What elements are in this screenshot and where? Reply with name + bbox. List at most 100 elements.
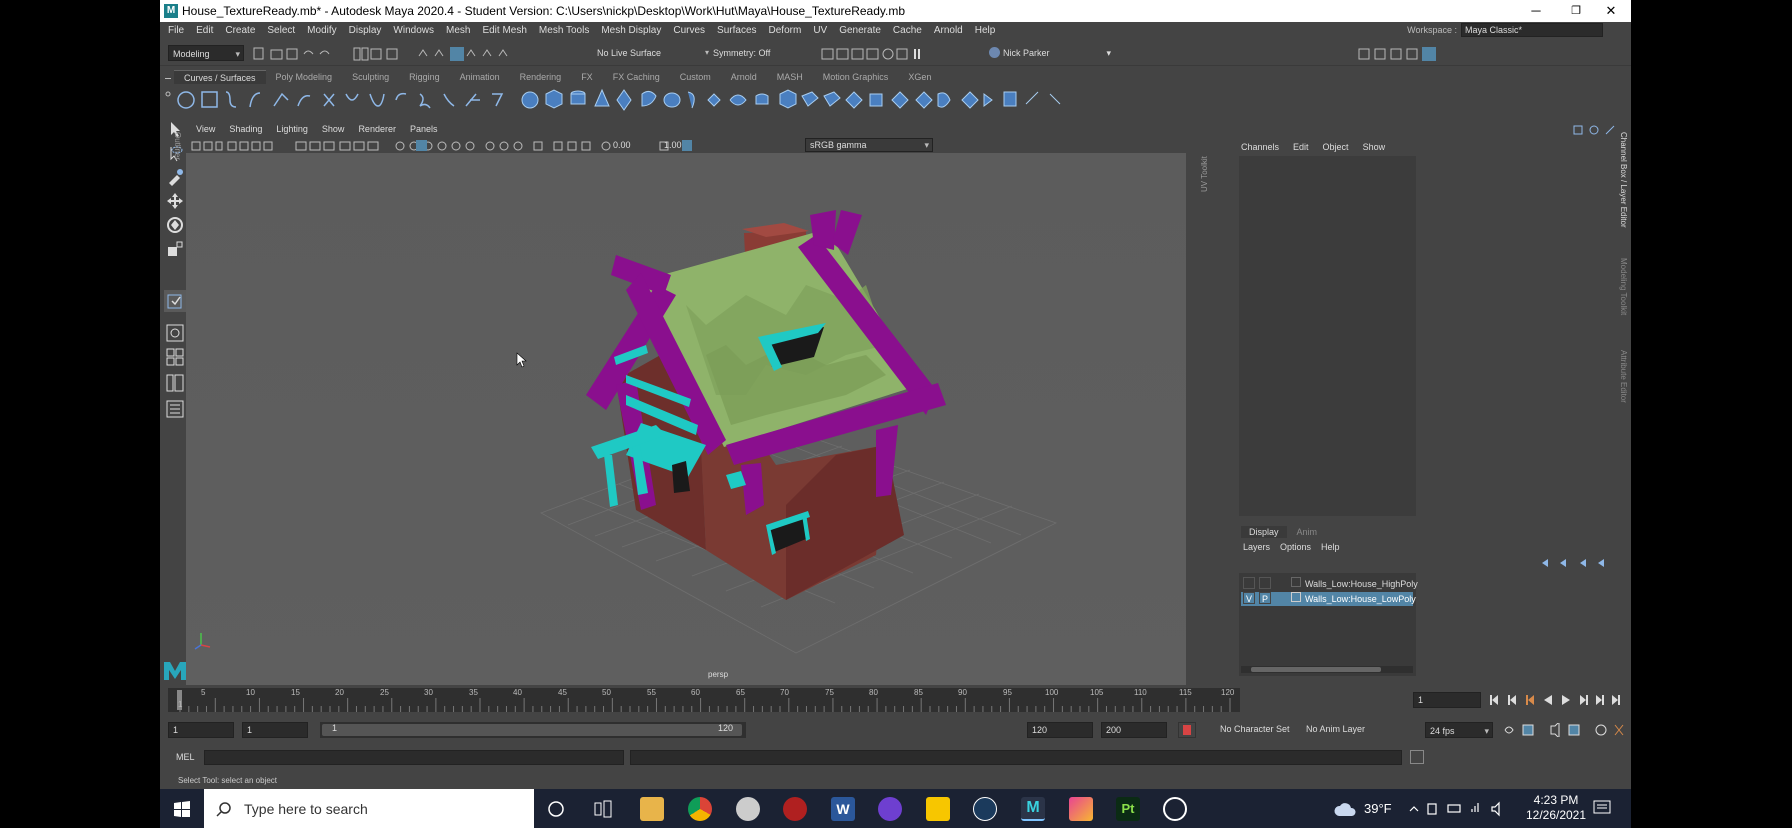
shelf-icons[interactable]: [174, 86, 1614, 112]
modeling-toolkit-side-tab[interactable]: Modeling Toolkit: [1618, 258, 1628, 328]
play-backward-icon[interactable]: [1544, 695, 1552, 705]
step-forward-frame-icon[interactable]: [1580, 695, 1588, 705]
shelf-tab-xgen[interactable]: XGen: [898, 70, 941, 84]
menu-edit-mesh[interactable]: Edit Mesh: [482, 25, 526, 36]
shelf-tab-curves-surfaces[interactable]: Curves / Surfaces: [174, 70, 266, 84]
shelf-tab-fx-caching[interactable]: FX Caching: [603, 70, 670, 84]
go-to-start-icon[interactable]: [1490, 695, 1498, 705]
menu-create[interactable]: Create: [225, 25, 255, 36]
word-icon[interactable]: W: [831, 797, 855, 821]
menu-select[interactable]: Select: [267, 25, 295, 36]
shelf-tab-arnold[interactable]: Arnold: [721, 70, 767, 84]
viewport-menu-lighting[interactable]: Lighting: [276, 124, 308, 138]
sticky-notes-icon[interactable]: [926, 797, 950, 821]
close-button[interactable]: ✕: [1591, 0, 1631, 22]
minimize-button[interactable]: ─: [1516, 0, 1556, 22]
outliner-layout-icon[interactable]: [166, 400, 184, 418]
notification-center-icon[interactable]: [1592, 798, 1614, 818]
last-tool-icon[interactable]: [164, 290, 186, 312]
outliner-side-tab[interactable]: Outliner: [172, 132, 182, 172]
menu-display[interactable]: Display: [349, 25, 382, 36]
discord-icon[interactable]: [878, 797, 902, 821]
task-view-icon[interactable]: [592, 798, 614, 820]
anim-layer-dropdown[interactable]: No Anim Layer: [1306, 724, 1365, 734]
steam-icon[interactable]: [973, 797, 997, 821]
menu-mesh[interactable]: Mesh: [446, 25, 470, 36]
menu-surfaces[interactable]: Surfaces: [717, 25, 756, 36]
range-slider[interactable]: 1 120: [320, 722, 746, 738]
menu-uv[interactable]: UV: [813, 25, 827, 36]
layer-color-swatch[interactable]: [1291, 577, 1301, 587]
menu-edit[interactable]: Edit: [196, 25, 213, 36]
cache-playback-icon[interactable]: [1522, 724, 1534, 736]
step-forward-key-icon[interactable]: [1596, 695, 1604, 705]
settings-icon[interactable]: [1614, 724, 1624, 736]
command-input[interactable]: [204, 750, 624, 765]
persp-outliner-layout-icon[interactable]: [166, 374, 184, 392]
exposure-field[interactable]: 0.00: [613, 140, 643, 152]
viewport-panel[interactable]: [186, 125, 1186, 685]
shelf-menu-icon[interactable]: [164, 72, 172, 100]
menu-deform[interactable]: Deform: [769, 25, 802, 36]
taskbar-clock[interactable]: 4:23 PM 12/26/2021: [1520, 793, 1592, 823]
shelf-tab-rendering[interactable]: Rendering: [510, 70, 572, 84]
viewport-menu-view[interactable]: View: [196, 124, 215, 138]
viewport-menu-renderer[interactable]: Renderer: [358, 124, 396, 138]
symmetry-label[interactable]: Symmetry: Off: [713, 48, 770, 58]
substance-painter-icon[interactable]: Pt: [1116, 797, 1140, 821]
viewport-toolbar-icons[interactable]: [190, 139, 830, 153]
obs-icon[interactable]: [1163, 797, 1187, 821]
channel-box-toolbar-icons[interactable]: [1572, 124, 1624, 138]
menu-file[interactable]: File: [168, 25, 184, 36]
weather-widget[interactable]: 39°F: [1334, 789, 1392, 828]
layer-color-swatch[interactable]: [1291, 592, 1301, 602]
chrome-icon[interactable]: [688, 797, 712, 821]
taskbar-app-icon[interactable]: [736, 797, 760, 821]
layer-playback-toggle[interactable]: P: [1259, 592, 1271, 604]
layer-tab-anim[interactable]: Anim: [1287, 526, 1328, 538]
taskbar-search-box[interactable]: Type here to search: [204, 789, 534, 828]
layer-tab-display[interactable]: Display: [1241, 526, 1287, 538]
step-back-key-icon[interactable]: [1508, 695, 1516, 705]
layer-menu-layers[interactable]: Layers: [1243, 542, 1270, 552]
current-frame-field[interactable]: 1: [1413, 692, 1481, 708]
creative-cloud-icon[interactable]: [1069, 797, 1093, 821]
layer-playback-toggle[interactable]: [1259, 577, 1271, 589]
channel-box-side-tab[interactable]: Channel Box / Layer Editor: [1618, 132, 1628, 242]
sound-icon[interactable]: [1550, 723, 1560, 737]
menu-curves[interactable]: Curves: [673, 25, 705, 36]
start-button[interactable]: [160, 789, 204, 828]
shelf-tab-custom[interactable]: Custom: [670, 70, 721, 84]
scene-end-field[interactable]: 200: [1101, 722, 1167, 738]
system-tray-icons[interactable]: [1408, 800, 1518, 818]
layer-visibility-toggle[interactable]: [1243, 577, 1255, 589]
file-explorer-icon[interactable]: [640, 797, 664, 821]
menu-mesh-display[interactable]: Mesh Display: [601, 25, 661, 36]
layer-row-lowpoly[interactable]: V P Walls_Low:House_LowPoly: [1241, 592, 1416, 606]
playback-end-field[interactable]: 120: [1027, 722, 1093, 738]
attribute-editor-side-tab[interactable]: Attribute Editor: [1618, 350, 1628, 412]
scene-start-field[interactable]: 1: [168, 722, 234, 738]
shelf-tab-poly-modeling[interactable]: Poly Modeling: [266, 70, 343, 84]
refresh-icon[interactable]: [1595, 724, 1607, 736]
viewport-scene[interactable]: [186, 125, 1186, 685]
single-view-layout-icon[interactable]: [166, 324, 184, 342]
shelf-tab-rigging[interactable]: Rigging: [399, 70, 450, 84]
live-surface-label[interactable]: No Live Surface: [597, 48, 661, 58]
auto-key-toggle[interactable]: [1178, 722, 1196, 738]
menu-cache[interactable]: Cache: [893, 25, 922, 36]
scale-tool-icon[interactable]: [166, 240, 184, 258]
channel-box-menu-object[interactable]: Object: [1323, 142, 1349, 152]
shelf-tab-motion-graphics[interactable]: Motion Graphics: [813, 70, 899, 84]
taskbar-app-red-icon[interactable]: [783, 797, 807, 821]
shelf-tab-sculpting[interactable]: Sculpting: [342, 70, 399, 84]
gamma-field[interactable]: 1.00: [664, 140, 694, 152]
menu-windows[interactable]: Windows: [393, 25, 434, 36]
layer-horizontal-scrollbar[interactable]: [1241, 666, 1413, 673]
playback-options-icons[interactable]: [1503, 723, 1627, 737]
menu-arnold[interactable]: Arnold: [934, 25, 963, 36]
step-back-frame-icon[interactable]: [1526, 695, 1534, 705]
live-surface-chevron-down-icon[interactable]: ▾: [705, 48, 713, 57]
menu-mesh-tools[interactable]: Mesh Tools: [539, 25, 589, 36]
layer-menu-options[interactable]: Options: [1280, 542, 1311, 552]
